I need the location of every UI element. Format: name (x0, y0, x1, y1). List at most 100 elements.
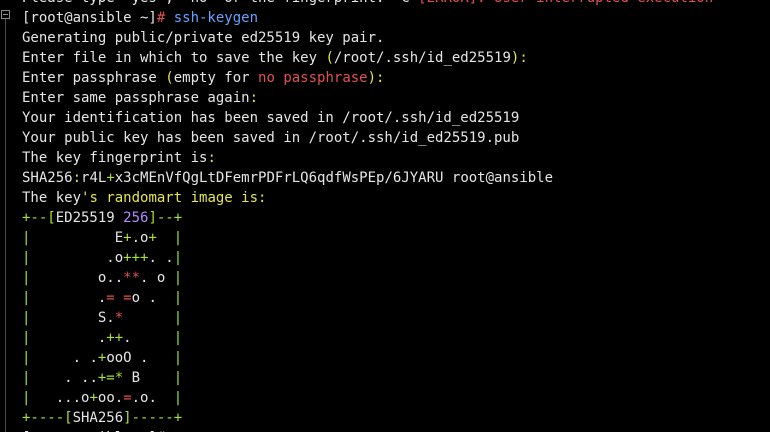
terminal-text-segment: B (123, 370, 174, 386)
terminal-text-segment: | (173, 290, 183, 306)
terminal-text-segment: ++ (106, 330, 124, 346)
terminal-text-segment: The key (22, 190, 82, 206)
terminal-text-segment: SHA256 (72, 410, 124, 426)
terminal-text-segment: .o (131, 230, 149, 246)
terminal-output: Please type 'yes', 'no' or the fingerpri… (22, 0, 770, 432)
terminal-text-segment: : (249, 90, 259, 106)
terminal-window[interactable]: Please type 'yes', 'no' or the fingerpri… (0, 0, 770, 432)
terminal-text-segment: . . (148, 250, 174, 266)
terminal-text-segment: Please type 'yes', 'no' or the fingerpri… (22, 0, 418, 6)
terminal-text-segment: +----[ (22, 410, 73, 426)
terminal-text-segment: .o. (131, 390, 174, 406)
fold-guide-line (5, 19, 6, 432)
terminal-text-segment: +++ (123, 250, 149, 266)
terminal-text-segment: * (114, 310, 124, 326)
terminal-text-segment: | (173, 330, 183, 346)
terminal-text-segment: | (173, 230, 183, 246)
terminal-text-segment: x3cMEnVfQgLtDFemrPDFrLQ6qdfWsPEp/6JYARU … (114, 170, 554, 186)
terminal-text-segment: Your identification has been saved in /r… (22, 110, 520, 126)
terminal-line: | E+.o+ | (22, 228, 770, 248)
editor-gutter (0, 0, 14, 432)
terminal-line: Please type 'yes', 'no' or the fingerpri… (22, 0, 770, 8)
terminal-text-segment: ]-----+ (123, 410, 183, 426)
terminal-line: | .= =o . | (22, 288, 770, 308)
terminal-text-segment: S. (30, 310, 115, 326)
terminal-text-segment: | (173, 350, 183, 366)
terminal-text-segment: SHA256 (22, 170, 73, 186)
terminal-text-segment: Enter passphrase (22, 70, 166, 86)
terminal-text-segment: ( (165, 70, 174, 86)
terminal-line: [root@ansible ~]# (22, 428, 770, 432)
terminal-text-segment: . .. (30, 370, 98, 386)
terminal-text-segment: + (89, 390, 98, 406)
terminal-line: The key's randomart image is: (22, 188, 770, 208)
terminal-text-segment: | (173, 390, 183, 406)
terminal-line: +----[SHA256]-----+ (22, 408, 770, 428)
terminal-line: Enter same passphrase again: (22, 88, 770, 108)
terminal-text-segment: E (30, 230, 124, 246)
terminal-text-segment: ]--+ (148, 210, 183, 226)
terminal-text-segment: The key fingerprint is (22, 150, 208, 166)
terminal-text-segment: = (123, 290, 132, 306)
terminal-text-segment: empty for (173, 70, 259, 86)
terminal-line: | .++. | (22, 328, 770, 348)
terminal-text-segment: = (123, 390, 132, 406)
terminal-text-segment: Enter same passphrase again (22, 90, 250, 106)
terminal-text-segment: . (30, 330, 107, 346)
terminal-text-segment: no passphrase (258, 70, 368, 86)
terminal-line: Your identification has been saved in /r… (22, 108, 770, 128)
terminal-text-segment: oo. (97, 390, 124, 406)
terminal-text-segment: ( (325, 50, 334, 66)
terminal-text-segment: ...o (30, 390, 90, 406)
terminal-text-segment: +--[ (22, 210, 56, 226)
terminal-text-segment: : (72, 170, 82, 186)
terminal-line: Enter passphrase (empty for no passphras… (22, 68, 770, 88)
terminal-text-segment: . o (140, 270, 174, 286)
terminal-line: The key fingerprint is: (22, 148, 770, 168)
terminal-line: | . ..+=* B | (22, 368, 770, 388)
terminal-text-segment: . (30, 290, 107, 306)
terminal-text-segment: Enter file in which to save the key (22, 50, 326, 66)
terminal-text-segment: ** (123, 270, 141, 286)
terminal-text-segment: | (173, 370, 183, 386)
terminal-text-segment: +=* (97, 370, 124, 386)
terminal-text-segment: r4L (81, 170, 107, 186)
terminal-text-segment: ): (510, 50, 528, 66)
terminal-text-segment: Generating public/private ed25519 key pa… (22, 30, 385, 46)
terminal-line: +--[ED25519 256]--+ (22, 208, 770, 228)
terminal-text-segment: ssh-keygen (173, 10, 259, 26)
terminal-line: [root@ansible ~]# ssh-keygen (22, 8, 770, 28)
terminal-line: | .o+++. .| (22, 248, 770, 268)
terminal-text-segment: ): (367, 70, 385, 86)
terminal-text-segment: /root/.ssh/id_ed25519 (333, 50, 511, 66)
terminal-text-segment: ooO . (106, 350, 174, 366)
terminal-text-segment: [ERROR]: User interrupted execution (418, 0, 713, 6)
terminal-line: | ...o+oo.=.o. | (22, 388, 770, 408)
terminal-line: SHA256:r4L+x3cMEnVfQgLtDFemrPDFrLQ6qdfWs… (22, 168, 770, 188)
terminal-text-segment: . (123, 330, 174, 346)
terminal-line: Generating public/private ed25519 key pa… (22, 28, 770, 48)
collapse-minus-icon[interactable] (1, 10, 10, 19)
terminal-text-segment: .o (30, 250, 124, 266)
terminal-text-segment: # (156, 10, 174, 26)
terminal-text-segment: o.. (30, 270, 124, 286)
terminal-text-segment: Your public key has been saved in /root/… (22, 130, 520, 146)
terminal-text-segment: + (148, 230, 157, 246)
terminal-text-segment: | (173, 250, 183, 266)
terminal-text-segment: 's randomart image is: (81, 190, 267, 206)
terminal-text-segment: = (106, 290, 115, 306)
terminal-text-segment: [root@ansible ~] (22, 10, 157, 26)
terminal-line: | o..**. o | (22, 268, 770, 288)
terminal-text-segment: + (123, 230, 132, 246)
terminal-text-segment: | (173, 310, 183, 326)
terminal-line: | S.* | (22, 308, 770, 328)
terminal-line: | . .+ooO . | (22, 348, 770, 368)
terminal-text-segment: 256 (123, 210, 149, 226)
terminal-text-segment: ED25519 (55, 210, 124, 226)
terminal-text-segment: | (173, 270, 183, 286)
terminal-text-segment: + (106, 170, 115, 186)
terminal-text-segment: o . (131, 290, 174, 306)
terminal-line: Enter file in which to save the key (/ro… (22, 48, 770, 68)
